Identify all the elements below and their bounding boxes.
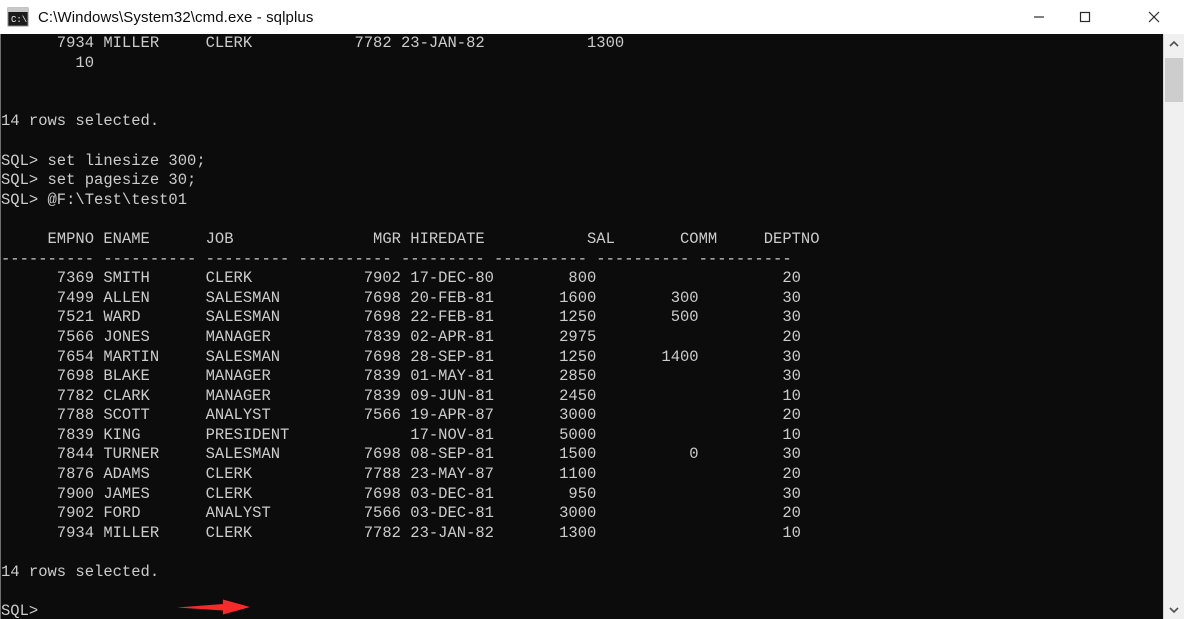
console-scrollbar[interactable] (1163, 34, 1184, 619)
scrollbar-thumb[interactable] (1165, 58, 1183, 102)
terminal-text: 7934 MILLER CLERK 7782 23-JAN-82 1300 10… (1, 34, 820, 619)
title-bar[interactable]: C:\ C:\Windows\System32\cmd.exe - sqlplu… (0, 0, 1184, 34)
console-output-area[interactable]: 7934 MILLER CLERK 7782 23-JAN-82 1300 10… (0, 34, 1163, 619)
minimize-button[interactable] (1016, 0, 1062, 34)
svg-text:C:\: C:\ (11, 15, 27, 25)
scroll-down-arrow-icon[interactable] (1164, 600, 1184, 619)
cmd-console-icon: C:\ (7, 7, 29, 27)
window-title: C:\Windows\System32\cmd.exe - sqlplus (38, 8, 314, 26)
close-button[interactable] (1131, 0, 1177, 34)
scroll-up-arrow-icon[interactable] (1164, 34, 1184, 53)
cmd-window: C:\ C:\Windows\System32\cmd.exe - sqlplu… (0, 0, 1184, 619)
maximize-button[interactable] (1062, 0, 1108, 34)
